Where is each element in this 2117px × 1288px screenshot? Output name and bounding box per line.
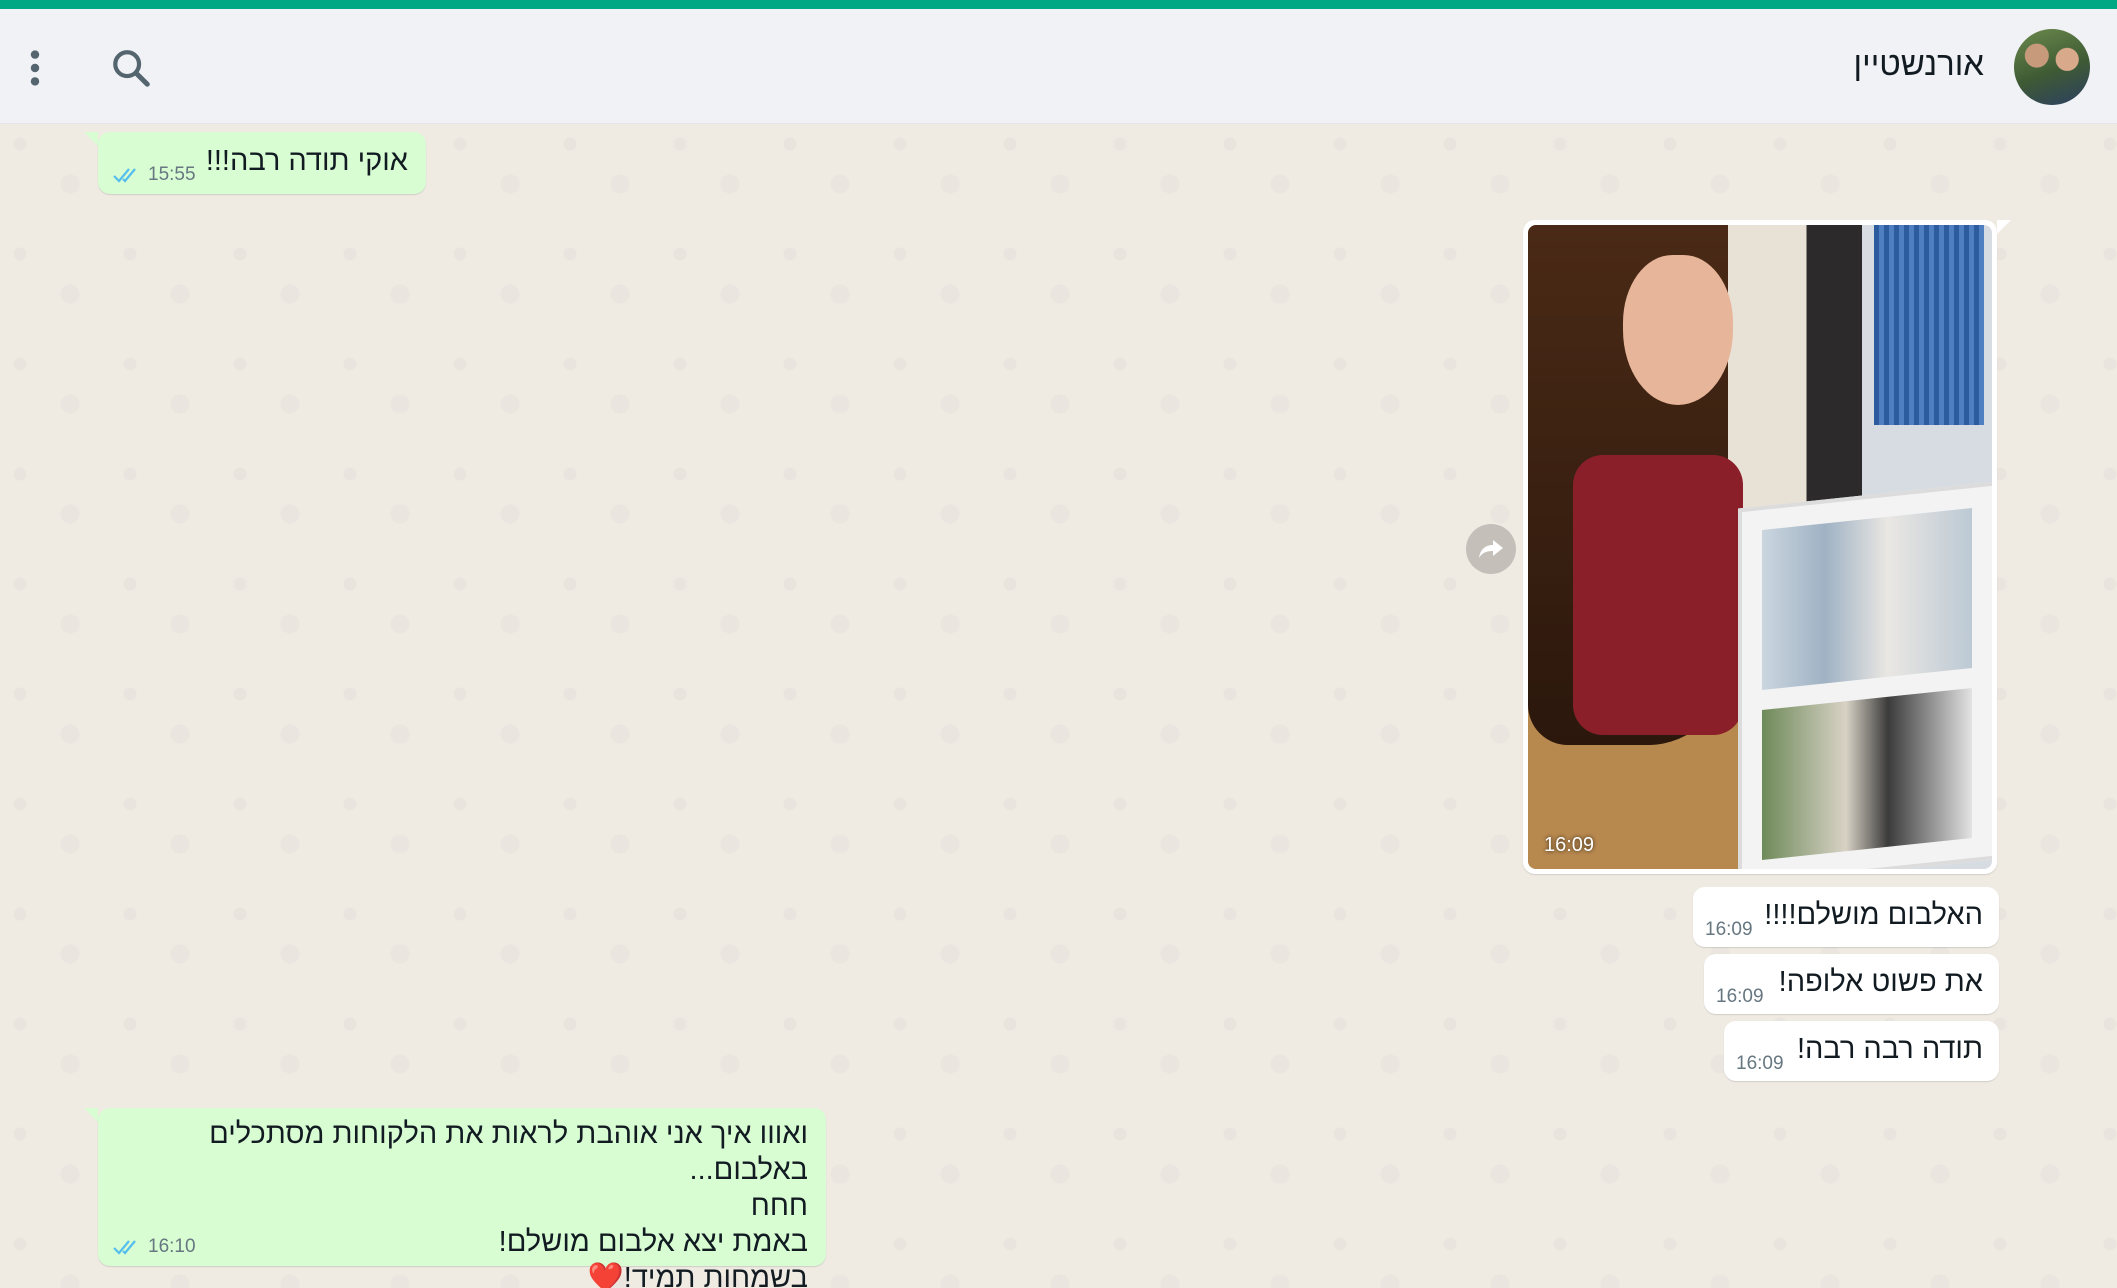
- message-bubble[interactable]: אוקי תודה רבה!!! 15:55: [98, 132, 426, 194]
- top-accent-bar: [0, 0, 2117, 9]
- message-text: האלבום מושלם!!!!: [1764, 899, 1983, 931]
- message-meta: 16:09: [1716, 986, 1764, 1008]
- message-text: אוקי תודה רבה!!!: [205, 145, 408, 177]
- message-meta: 16:09: [1705, 919, 1753, 941]
- forward-button[interactable]: [1466, 524, 1516, 574]
- search-button[interactable]: [108, 45, 154, 91]
- message-bubble[interactable]: ואווו איך אני אוהבת לראות את הלקוחות מסת…: [98, 1108, 826, 1288]
- bubble-tail: [1997, 220, 2011, 234]
- double-check-icon: [113, 1240, 136, 1255]
- message-meta: 15:55: [112, 164, 196, 186]
- avatar[interactable]: [2014, 29, 2090, 105]
- message-bubble[interactable]: תודה רבה רבה! 16:09: [1724, 1021, 1999, 1081]
- search-icon: [113, 50, 150, 87]
- contact-name[interactable]: אורנשטיין: [1854, 45, 1984, 83]
- message-time: 16:09: [1705, 919, 1753, 940]
- message-bubble[interactable]: האלבום מושלם!!!! 16:09: [1693, 887, 1999, 947]
- bubble-tail: [84, 1108, 98, 1122]
- menu-button[interactable]: [22, 45, 48, 91]
- message-text: תודה רבה רבה!: [1796, 1033, 1983, 1065]
- forward-icon: [1479, 540, 1503, 558]
- message-time: 16:09: [1716, 986, 1764, 1007]
- message-list[interactable]: אוקי תודה רבה!!! 15:55 16:09 האלבום מושל…: [0, 124, 2117, 1288]
- message-meta: 16:10: [112, 1236, 196, 1258]
- message-time: 15:55: [148, 164, 196, 185]
- image-message[interactable]: 16:09: [1523, 220, 1997, 874]
- chat-header: אורנשטיין: [0, 9, 2117, 124]
- message-time: 16:09: [1544, 834, 1595, 856]
- bubble-tail: [84, 132, 98, 146]
- more-vertical-icon: [30, 50, 40, 86]
- message-text: את פשוט אלופה!: [1778, 966, 1983, 998]
- photo[interactable]: 16:09: [1528, 225, 1992, 869]
- double-check-icon: [113, 168, 136, 183]
- message-text: ואווו איך אני אוהבת לראות את הלקוחות מסת…: [209, 1118, 808, 1288]
- message-time: 16:10: [148, 1236, 196, 1257]
- message-bubble[interactable]: את פשוט אלופה! 16:09: [1704, 954, 1999, 1014]
- message-meta: 16:09: [1736, 1053, 1784, 1075]
- message-time: 16:09: [1736, 1053, 1784, 1074]
